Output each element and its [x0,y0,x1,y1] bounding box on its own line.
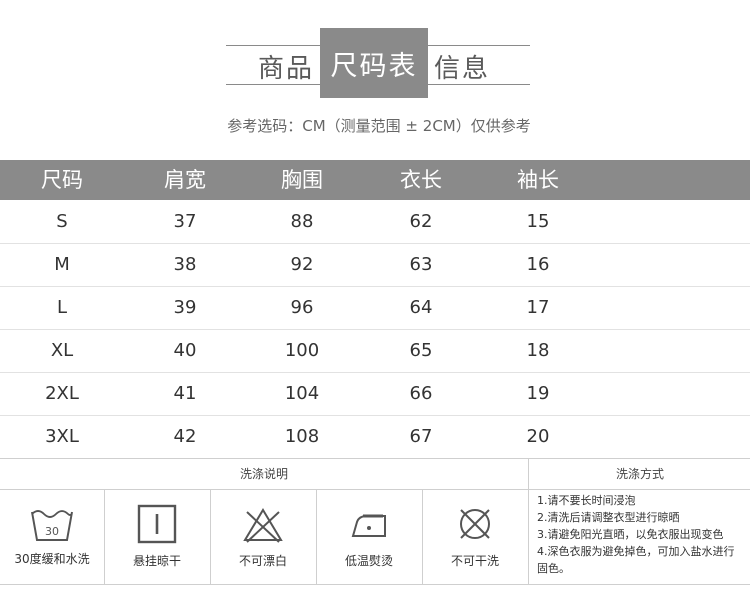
care-notes: 1.请不要长时间浸泡 2.清洗后请调整衣型进行晾晒 3.请避免阳光直晒，以免衣服… [528,490,742,584]
column-header-chest: 胸围 [281,168,323,192]
care-method-title: 洗涤方式 [528,459,750,490]
no-bleach-icon [243,508,283,543]
wash-temperature: 30 [45,525,59,538]
hang-dry-icon [137,504,177,544]
cell-size: S [56,211,68,232]
table-row: XL 40 100 65 18 [0,329,750,373]
cell-sleeve: 17 [526,297,550,318]
care-label-hang-dry: 悬挂晾干 [132,554,181,568]
care-label-no-dry-clean: 不可干洗 [450,554,499,568]
care-label-wash: 30度缓和水洗 [14,552,90,566]
cell-shoulder: 38 [173,254,197,275]
cell-length: 65 [409,340,433,361]
size-table-header: 尺码 肩宽 胸围 衣长 袖长 [0,160,750,200]
care-label-low-iron: 低温熨烫 [344,554,393,568]
care-note: 1.请不要长时间浸泡 [537,494,636,507]
care-item-no-dry-clean: 不可干洗 [422,490,528,584]
title-right: 信息 [434,54,491,84]
column-header-shoulder: 肩宽 [164,168,206,192]
cell-chest: 96 [290,297,314,318]
care-item-no-bleach: 不可漂白 [210,490,317,584]
cell-sleeve: 18 [526,340,550,361]
cell-shoulder: 40 [173,340,197,361]
cell-sleeve: 16 [526,254,550,275]
subtitle: 参考选码：CM（测量范围 ± 2CM）仅供参考 [227,117,531,135]
table-row: S 37 88 62 15 [0,200,750,244]
wash-30-icon: 30 [31,510,73,541]
column-header-size: 尺码 [41,168,83,192]
cell-chest: 108 [284,426,320,447]
title-left: 商品 [258,54,315,84]
cell-chest: 88 [290,211,314,232]
care-item-wash: 30 30度缓和水洗 [0,490,105,584]
cell-sleeve: 15 [526,211,550,232]
cell-chest: 100 [284,340,320,361]
cell-length: 66 [409,383,433,404]
no-dry-clean-icon [460,509,490,539]
table-row: 3XL 42 108 67 20 [0,415,750,458]
low-iron-icon [351,514,386,537]
cell-length: 63 [409,254,433,275]
cell-sleeve: 20 [526,426,550,447]
care-section: 洗涤说明 洗涤方式 30 30度缓和水洗 悬挂晾干 不可漂白 低温熨烫 不可干洗… [0,458,750,585]
table-row: 2XL 41 104 66 19 [0,372,750,416]
cell-shoulder: 42 [173,426,197,447]
cell-length: 62 [409,211,433,232]
column-header-sleeve: 袖长 [517,168,559,192]
cell-chest: 92 [290,254,314,275]
cell-size: L [56,297,68,318]
cell-size: XL [50,340,74,361]
cell-shoulder: 39 [173,297,197,318]
cell-length: 67 [409,426,433,447]
care-item-low-iron: 低温熨烫 [316,490,423,584]
cell-size: M [54,254,70,275]
column-header-length: 衣长 [400,168,442,192]
cell-sleeve: 19 [526,383,550,404]
care-note: 4.深色衣服为避免掉色，可加入盐水进行固色。 [537,545,735,575]
cell-shoulder: 37 [173,211,197,232]
care-item-hang-dry: 悬挂晾干 [104,490,211,584]
cell-size: 2XL [45,383,79,404]
title-box: 尺码表 [320,28,428,98]
table-row: L 39 96 64 17 [0,286,750,330]
cell-shoulder: 41 [173,383,197,404]
care-label-no-bleach: 不可漂白 [238,554,287,568]
cell-length: 64 [409,297,433,318]
table-row: M 38 92 63 16 [0,243,750,287]
care-instructions-title: 洗涤说明 [0,459,528,490]
cell-size: 3XL [45,426,79,447]
cell-chest: 104 [284,383,320,404]
care-note: 3.请避免阳光直晒，以免衣服出现变色 [537,528,724,541]
care-note: 2.清洗后请调整衣型进行晾晒 [537,511,680,524]
